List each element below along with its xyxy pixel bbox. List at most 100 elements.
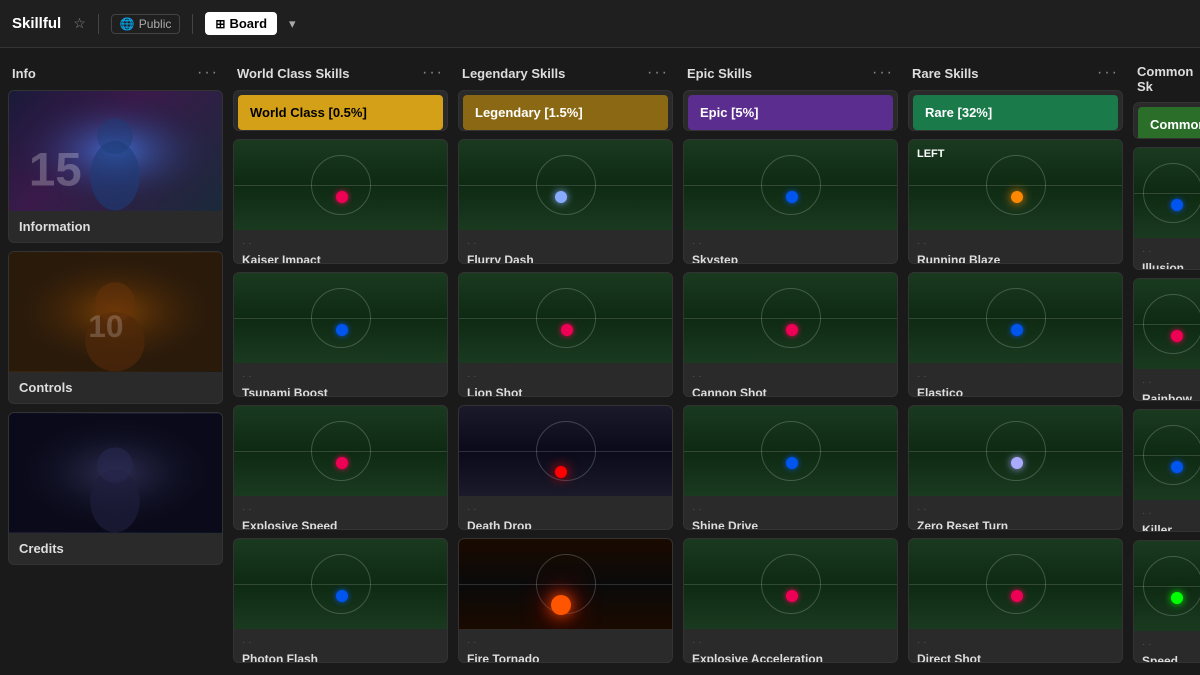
card-flurry-dash[interactable]: · ·Flurry Dash (458, 139, 673, 264)
card-shine-drive[interactable]: · ·Shine Drive (683, 405, 898, 530)
star-icon[interactable]: ☆ (73, 15, 86, 32)
card-explosive-acceleration[interactable]: · ·Explosive Acceleration (683, 538, 898, 663)
column-header-info: Info ··· (8, 60, 223, 90)
card-illusion-ba[interactable]: · ·Illusion Ba... (1133, 147, 1200, 270)
card-illusion-ba-title: Illusion Ba... (1142, 261, 1200, 270)
card-credits[interactable]: Credits (8, 412, 223, 565)
card-skystep[interactable]: · ·Skystep (683, 139, 898, 264)
column-header-common: Common Sk (1133, 60, 1200, 102)
card-running-blaze-image: LEFT (909, 140, 1122, 230)
character-dot (336, 191, 348, 203)
card-skystep-image (684, 140, 897, 230)
board-icon: ⊞ (215, 17, 225, 31)
column-cards-rare: Rare [32%] LEFT · ·Running Blaze · ·Elas… (908, 90, 1123, 663)
tier-card-world-class[interactable]: World Class [0.5%] (233, 90, 448, 131)
column-menu-rare[interactable]: ··· (1097, 64, 1119, 82)
card-skystep-title: Skystep (692, 253, 889, 264)
field-bg-3 (234, 406, 447, 496)
tier-label-legendary: Legendary [1.5%] (463, 95, 668, 130)
card-explosive-speed-content: · · Explosive Speed (234, 496, 447, 530)
card-death-drop[interactable]: · ·Death Drop (458, 405, 673, 530)
char-silhouette-3 (9, 413, 222, 533)
tier-card-common[interactable]: Common (1133, 102, 1200, 139)
card-fire-tornado[interactable]: · ·Fire Tornado (458, 538, 673, 663)
card-zero-reset-turn-image (909, 406, 1122, 496)
card-shine-drive-title: Shine Drive (692, 519, 889, 530)
field-h-line-2 (234, 318, 447, 319)
card-flurry-dash-title: Flurry Dash (467, 253, 664, 264)
app-name: Skillful (12, 15, 61, 32)
card-rainbow-r-image (1134, 279, 1200, 369)
card-photon-flash-title: Photon Flash (242, 652, 439, 663)
column-title-world-class: World Class Skills (237, 66, 349, 81)
card-kaiser-impact-title: Kaiser Impact (242, 253, 439, 264)
card-tsunami-boost-image (234, 273, 447, 363)
tier-card-legendary[interactable]: Legendary [1.5%] (458, 90, 673, 131)
column-header-world-class: World Class Skills ··· (233, 60, 448, 90)
card-speed-bur-title: Speed Bur... (1142, 654, 1200, 663)
card-death-drop-image (459, 406, 672, 496)
card-running-blaze-title: Running Blaze (917, 253, 1114, 264)
card-zero-reset-turn[interactable]: · ·Zero Reset Turn (908, 405, 1123, 530)
tier-card-epic[interactable]: Epic [5%] (683, 90, 898, 131)
column-menu-legendary[interactable]: ··· (647, 64, 669, 82)
visibility-badge[interactable]: 🌐 Public (111, 14, 181, 34)
column-menu-epic[interactable]: ··· (872, 64, 894, 82)
card-flurry-dash-image (459, 140, 672, 230)
card-kaiser-impact[interactable]: · · Kaiser Impact (233, 139, 448, 264)
card-information[interactable]: 15 Information (8, 90, 223, 243)
card-explosive-speed[interactable]: · · Explosive Speed (233, 405, 448, 530)
char-silhouette-1: 15 (9, 91, 222, 211)
chevron-down-button[interactable]: ▾ (285, 12, 300, 36)
card-direct-shot-title: Direct Shot (917, 652, 1114, 663)
card-credits-label: Credits (9, 533, 222, 564)
svg-text:10: 10 (88, 308, 123, 344)
field-h-line-3 (234, 451, 447, 452)
card-kaiser-impact-content: · · Kaiser Impact (234, 230, 447, 264)
column-header-legendary: Legendary Skills ··· (458, 60, 673, 90)
card-tsunami-boost-title: Tsunami Boost (242, 386, 439, 397)
card-explosive-acceleration-title: Explosive Acceleration (692, 652, 889, 663)
column-menu-info[interactable]: ··· (197, 64, 219, 82)
tier-label-common: Common (1138, 107, 1200, 139)
card-cannon-shot[interactable]: · ·Cannon Shot (683, 272, 898, 397)
card-lion-shot[interactable]: · ·Lion Shot (458, 272, 673, 397)
card-photon-flash[interactable]: · · Photon Flash (233, 538, 448, 663)
card-speed-bur[interactable]: · ·Speed Bur... (1133, 540, 1200, 663)
card-dots: · · (242, 238, 439, 249)
field-bg (234, 140, 447, 230)
globe-icon: 🌐 (120, 17, 135, 31)
field-bg-2 (234, 273, 447, 363)
card-running-blaze[interactable]: LEFT · ·Running Blaze (908, 139, 1123, 264)
column-header-epic: Epic Skills ··· (683, 60, 898, 90)
card-direct-shot[interactable]: · ·Direct Shot (908, 538, 1123, 663)
card-tsunami-boost[interactable]: · · Tsunami Boost (233, 272, 448, 397)
card-killer-slide[interactable]: · ·Killer Slide... (1133, 409, 1200, 532)
field-h-line-4 (234, 584, 447, 585)
column-cards-info: 15 Information (8, 90, 223, 565)
card-illusion-ba-image (1134, 148, 1200, 238)
card-elastico-title: Elastico (917, 386, 1114, 397)
card-elastico[interactable]: · ·Elastico (908, 272, 1123, 397)
board-button[interactable]: ⊞ Board (205, 12, 277, 35)
tier-label-rare: Rare [32%] (913, 95, 1118, 130)
card-elastico-image (909, 273, 1122, 363)
card-death-drop-title: Death Drop (467, 519, 664, 530)
column-common: Common Sk Common · ·Illusion Ba... · ·Ra… (1133, 60, 1200, 663)
column-info: Info ··· (8, 60, 223, 663)
card-kaiser-impact-image (234, 140, 447, 230)
header: Skillful ☆ 🌐 Public ⊞ Board ▾ (0, 0, 1200, 48)
column-menu-world-class[interactable]: ··· (422, 64, 444, 82)
column-rare: Rare Skills ··· Rare [32%] LEFT · ·Runni… (908, 60, 1123, 663)
column-title-info: Info (12, 66, 36, 81)
tier-card-rare[interactable]: Rare [32%] (908, 90, 1123, 131)
header-divider-2 (192, 14, 193, 34)
left-badge: LEFT (917, 148, 945, 160)
column-cards-legendary: Legendary [1.5%] · ·Flurry Dash · ·Lion … (458, 90, 673, 663)
card-fire-tornado-title: Fire Tornado (467, 652, 664, 663)
board-area: Info ··· (0, 48, 1200, 675)
board-label: Board (229, 16, 267, 31)
card-controls[interactable]: 10 Controls (8, 251, 223, 404)
tier-label-epic: Epic [5%] (688, 95, 893, 130)
card-rainbow-r[interactable]: · ·Rainbow R... (1133, 278, 1200, 401)
